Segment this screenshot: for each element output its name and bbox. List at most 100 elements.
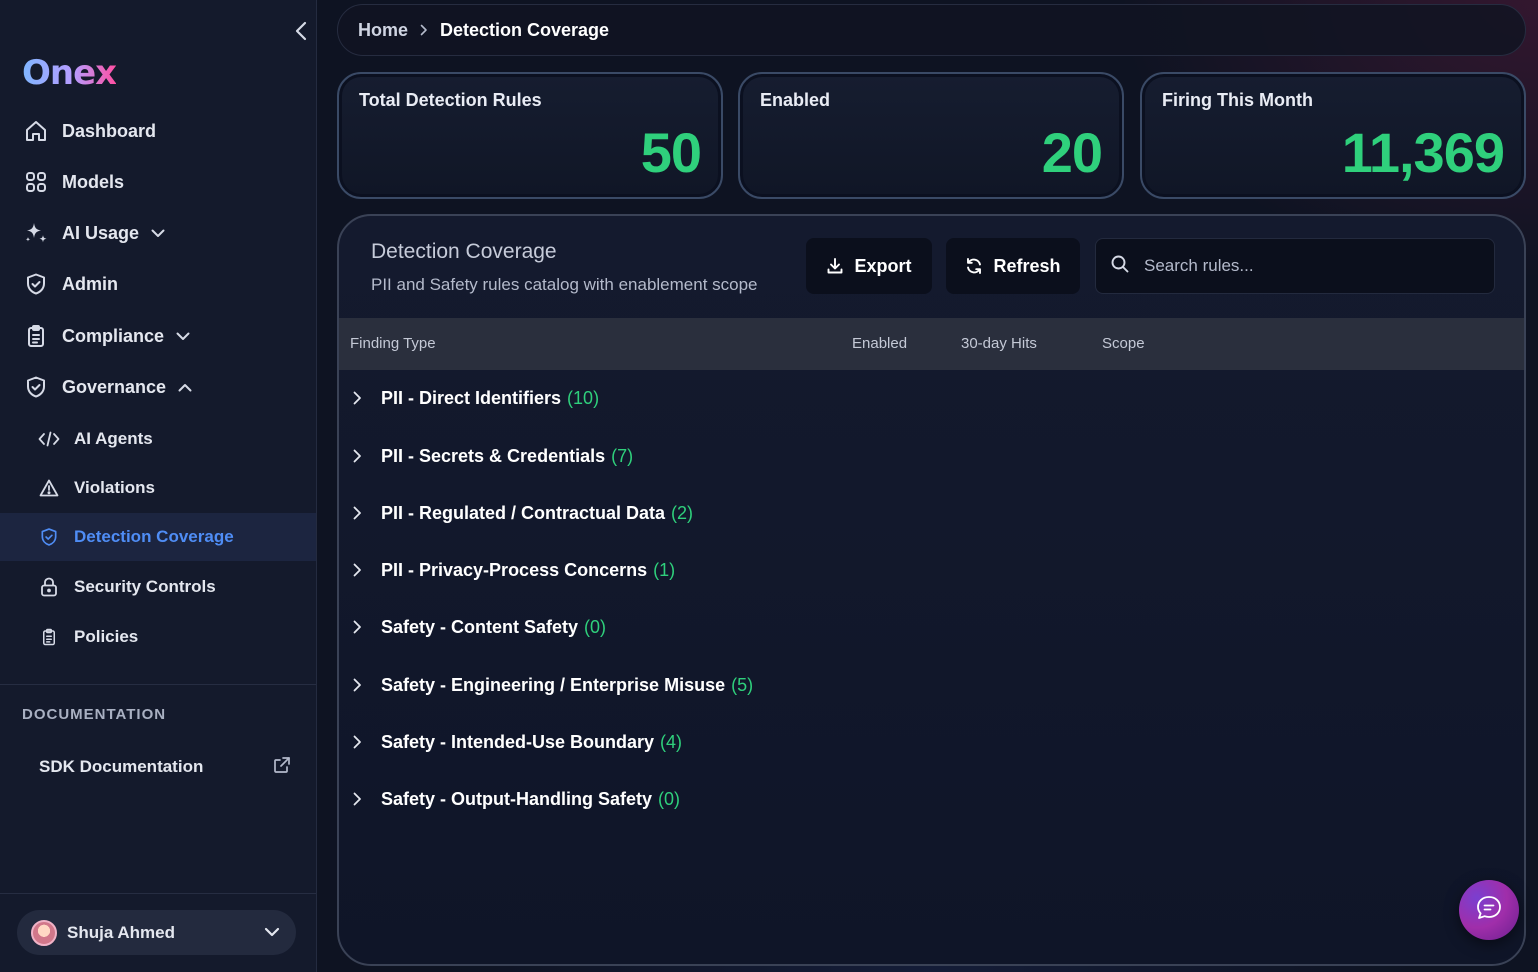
sidebar-item-label: AI Usage: [62, 222, 140, 243]
sidebar-item-label: Governance: [62, 376, 167, 397]
breadcrumb: Home Detection Coverage: [337, 4, 1526, 56]
clipboard-icon: [22, 322, 50, 350]
chevron-down-icon: [151, 229, 165, 238]
sidebar-item-label: Admin: [62, 273, 118, 294]
group-row[interactable]: PII - Privacy-Process Concerns (1): [339, 550, 1524, 590]
sidebar-item-label: Violations: [74, 478, 155, 497]
chat-button[interactable]: [1459, 880, 1519, 940]
sidebar-item-label: AI Agents: [74, 429, 153, 448]
code-icon: [38, 428, 60, 450]
logo-text: Onex: [22, 53, 117, 93]
group-name: PII - Secrets & Credentials: [381, 445, 606, 466]
chevron-right-icon: [353, 792, 367, 806]
sidebar-item-label: Policies: [74, 627, 139, 646]
sdk-documentation-link[interactable]: SDK Documentation: [39, 752, 291, 782]
stat-value: 11,369: [1341, 121, 1505, 184]
table-header: Finding Type Enabled 30-day Hits Scope: [339, 318, 1524, 370]
chevron-right-icon: [353, 449, 367, 463]
column-header-scope[interactable]: Scope: [1102, 335, 1145, 352]
shield-check-icon: [22, 373, 50, 401]
breadcrumb-current: Detection Coverage: [440, 19, 610, 40]
detection-coverage-panel: Detection Coverage PII and Safety rules …: [337, 214, 1526, 966]
sdk-documentation-label: SDK Documentation: [39, 757, 204, 776]
shield-check-icon: [38, 526, 60, 548]
stat-value: 50: [640, 121, 702, 184]
search-rules: [1095, 238, 1495, 294]
collapse-sidebar-button[interactable]: [290, 18, 312, 44]
chevron-right-icon: [353, 563, 367, 577]
sidebar-item-label: Models: [62, 171, 125, 192]
sidebar-item-governance[interactable]: Governance: [22, 369, 292, 405]
chevron-right-icon: [353, 735, 367, 749]
refresh-label: Refresh: [993, 255, 1061, 276]
sidebar-item-models[interactable]: Models: [22, 164, 292, 200]
group-count: (4): [660, 731, 683, 752]
sidebar-item-detection-coverage[interactable]: Detection Coverage: [0, 513, 316, 561]
sidebar-item-compliance[interactable]: Compliance: [22, 318, 292, 354]
sidebar-item-policies[interactable]: Policies: [0, 613, 316, 661]
chevron-right-icon: [420, 24, 428, 36]
sidebar-item-security-controls[interactable]: Security Controls: [0, 563, 316, 611]
group-name: Safety - Intended-Use Boundary: [381, 731, 655, 752]
group-row[interactable]: Safety - Intended-Use Boundary (4): [339, 722, 1524, 762]
group-count: (10): [567, 387, 600, 408]
group-row[interactable]: Safety - Output-Handling Safety (0): [339, 779, 1524, 819]
chevron-right-icon: [353, 391, 367, 405]
group-count: (5): [731, 674, 754, 695]
group-row[interactable]: Safety - Content Safety (0): [339, 607, 1524, 647]
sidebar-divider: [0, 684, 316, 685]
search-input[interactable]: [1144, 256, 1474, 276]
panel-title: Detection Coverage: [371, 240, 557, 263]
refresh-button[interactable]: Refresh: [946, 238, 1080, 294]
group-name: Safety - Output-Handling Safety: [381, 788, 653, 809]
stat-card-enabled: Enabled 20: [738, 72, 1124, 199]
group-name: Safety - Content Safety: [381, 616, 579, 637]
export-label: Export: [854, 255, 912, 276]
sidebar-divider: [0, 893, 316, 894]
group-row[interactable]: PII - Direct Identifiers (10): [339, 378, 1524, 418]
chevron-left-icon: [295, 21, 307, 41]
user-menu[interactable]: Shuja Ahmed: [17, 910, 296, 955]
group-name: PII - Regulated / Contractual Data: [381, 502, 666, 523]
sidebar: Onex Dashboard Models AI Usage Admin Com…: [0, 0, 317, 972]
sidebar-item-violations[interactable]: Violations: [0, 464, 316, 512]
sidebar-item-ai-agents[interactable]: AI Agents: [0, 415, 316, 463]
chevron-up-icon: [178, 383, 192, 392]
home-icon: [22, 117, 50, 145]
avatar: [31, 919, 57, 946]
sidebar-item-ai-usage[interactable]: AI Usage: [22, 215, 292, 251]
group-name: Safety - Engineering / Enterprise Misuse: [381, 674, 726, 695]
documentation-header: DOCUMENTATION: [22, 706, 167, 723]
group-name: PII - Direct Identifiers: [381, 387, 562, 408]
column-header-enabled[interactable]: Enabled: [852, 335, 907, 352]
external-link-icon: [273, 756, 291, 779]
breadcrumb-home[interactable]: Home: [358, 20, 408, 41]
sidebar-item-admin[interactable]: Admin: [22, 266, 292, 302]
stat-label: Enabled: [760, 90, 831, 110]
sidebar-item-dashboard[interactable]: Dashboard: [22, 113, 292, 149]
download-icon: [826, 257, 844, 275]
group-row[interactable]: PII - Regulated / Contractual Data (2): [339, 493, 1524, 533]
group-count: (2): [671, 502, 694, 523]
stat-label: Total Detection Rules: [359, 90, 542, 110]
group-row[interactable]: Safety - Engineering / Enterprise Misuse…: [339, 665, 1524, 705]
stat-card-firing-this-month: Firing This Month 11,369: [1140, 72, 1526, 199]
export-button[interactable]: Export: [806, 238, 932, 294]
user-name: Shuja Ahmed: [67, 922, 175, 942]
shield-icon: [22, 270, 50, 298]
group-count: (1): [653, 559, 676, 580]
chat-bubble-icon: [1474, 893, 1504, 928]
chevron-down-icon: [176, 332, 190, 341]
group-count: (0): [584, 616, 607, 637]
column-header-30-day-hits[interactable]: 30-day Hits: [961, 335, 1037, 352]
group-name: PII - Privacy-Process Concerns: [381, 559, 648, 580]
logo[interactable]: Onex: [22, 52, 117, 94]
chevron-right-icon: [353, 506, 367, 520]
group-row[interactable]: PII - Secrets & Credentials (7): [339, 436, 1524, 476]
chevron-right-icon: [353, 620, 367, 634]
column-header-finding-type[interactable]: Finding Type: [350, 335, 436, 352]
stat-value: 20: [1041, 121, 1103, 184]
stat-label: Firing This Month: [1162, 90, 1313, 110]
lock-icon: [38, 576, 60, 598]
chevron-right-icon: [353, 678, 367, 692]
